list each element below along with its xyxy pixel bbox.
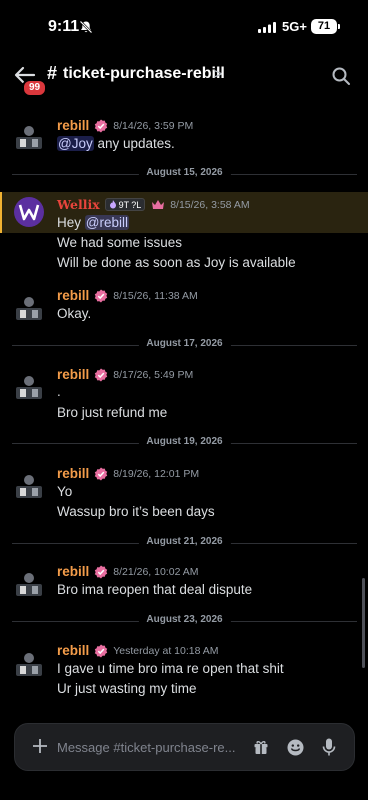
bell-muted-icon: [79, 20, 93, 34]
message-timestamp: 8/15/26, 3:58 AM: [170, 198, 250, 211]
message-timestamp: 8/19/26, 12:01 PM: [113, 467, 200, 480]
message-line: Ur just wasting my time: [57, 681, 197, 696]
message-line: Okay.: [57, 306, 92, 321]
message-author[interactable]: rebill: [57, 288, 89, 303]
date-divider: August 19, 2026: [12, 436, 357, 450]
microphone-icon[interactable]: [322, 738, 336, 756]
clan-tag[interactable]: 9T ?L: [104, 198, 146, 211]
channel-header: # ticket-purchase-rebill >: [0, 52, 368, 102]
date-divider: August 23, 2026: [12, 614, 357, 628]
message-line: .: [57, 384, 61, 399]
avatar[interactable]: [14, 650, 44, 678]
chevron-right-icon[interactable]: >: [213, 66, 222, 84]
battery-icon: 71: [311, 19, 340, 34]
signal-icon: [258, 22, 276, 33]
search-icon[interactable]: [331, 66, 351, 86]
channel-hash: #: [47, 63, 58, 83]
message-line: Hey @rebill: [57, 215, 129, 230]
message-line: Yo: [57, 484, 73, 499]
message-author[interactable]: rebill: [57, 564, 89, 579]
date-divider: August 17, 2026: [12, 338, 357, 352]
network-label: 5G+: [282, 19, 307, 34]
message-timestamp: 8/17/26, 5:49 PM: [113, 368, 194, 381]
plus-icon[interactable]: [33, 739, 47, 753]
unread-badge: 99: [22, 79, 48, 97]
message-line: @Joy any updates.: [57, 136, 175, 151]
verified-badge-icon: [95, 565, 108, 578]
avatar[interactable]: [14, 197, 44, 227]
channel-name[interactable]: ticket-purchase-rebill: [63, 65, 225, 83]
verified-badge-icon: [95, 119, 108, 132]
message-line: Wassup bro it’s been days: [57, 504, 215, 519]
user-mention[interactable]: @rebill: [84, 215, 129, 230]
user-mention[interactable]: @Joy: [57, 136, 94, 151]
gift-icon[interactable]: [253, 739, 269, 755]
scrollbar-thumb[interactable]: [362, 578, 365, 668]
message-timestamp: Yesterday at 10:18 AM: [113, 644, 219, 657]
message-author[interactable]: rebill: [57, 466, 89, 481]
avatar[interactable]: [14, 294, 44, 322]
message-author[interactable]: Wellix: [57, 197, 100, 212]
message-line: I gave u time bro ima re open that shit: [57, 661, 284, 676]
message-timestamp: 8/21/26, 10:02 AM: [113, 565, 199, 578]
message-timestamp: 8/14/26, 3:59 PM: [113, 119, 194, 132]
message-author[interactable]: rebill: [57, 367, 89, 382]
message-input[interactable]: [57, 738, 242, 756]
message-line: Will be done as soon as Joy is available: [57, 255, 296, 270]
crown-icon: [152, 200, 165, 209]
message-line: We had some issues: [57, 235, 183, 250]
date-divider: August 21, 2026: [12, 536, 357, 550]
message-author[interactable]: rebill: [57, 118, 89, 133]
message-composer: [14, 723, 355, 771]
avatar[interactable]: [14, 472, 44, 500]
message-line: Bro just refund me: [57, 405, 168, 420]
emoji-icon[interactable]: [287, 739, 304, 756]
message-timestamp: 8/15/26, 11:38 AM: [113, 289, 198, 302]
date-divider: August 15, 2026: [12, 167, 357, 181]
avatar[interactable]: [14, 373, 44, 401]
verified-badge-icon: [95, 368, 108, 381]
verified-badge-icon: [95, 467, 108, 480]
message-line: Bro ima reopen that deal dispute: [57, 582, 253, 597]
avatar[interactable]: [14, 570, 44, 598]
status-bar: 9:11 5G+ 71: [0, 0, 368, 52]
verified-badge-icon: [95, 289, 108, 302]
avatar[interactable]: [14, 123, 44, 151]
verified-badge-icon: [95, 644, 108, 657]
status-time: 9:11: [48, 18, 80, 35]
message-author[interactable]: rebill: [57, 643, 89, 658]
flame-icon: [109, 200, 116, 209]
